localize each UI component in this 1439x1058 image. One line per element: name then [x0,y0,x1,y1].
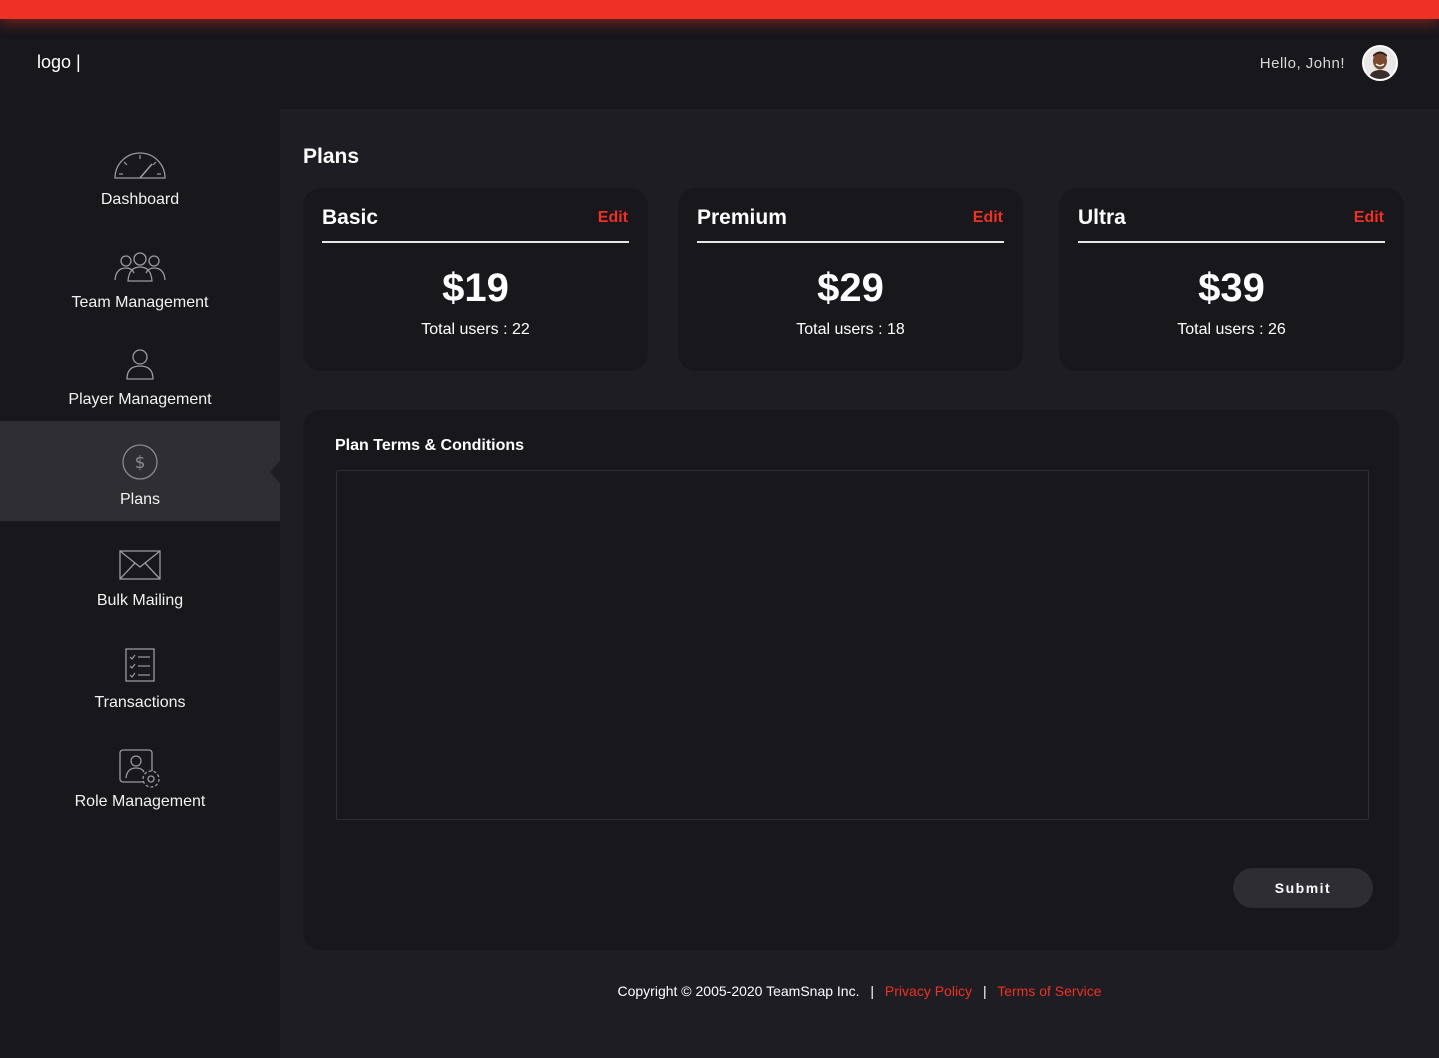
sidebar-item-plans[interactable]: $ Plans [0,421,280,521]
user-greeting: Hello, John! [1259,55,1345,72]
sidebar-item-label: Dashboard [100,191,180,208]
divider [1078,241,1385,243]
edit-plan-button[interactable]: Edit [973,209,1003,227]
sidebar-item-transactions[interactable]: Transactions [0,631,280,731]
plan-card-ultra: Ultra Edit $39 Total users : 26 [1059,188,1404,371]
svg-text:$: $ [135,453,146,473]
header: logo | Hello, John! [0,19,1439,109]
sidebar-item-label: Plans [119,491,161,508]
user-settings-icon [119,749,160,788]
sidebar-item-team-management[interactable]: Team Management [0,231,280,331]
plan-price: $29 [817,266,884,310]
plan-price: $19 [442,266,509,310]
divider [322,241,629,243]
avatar-image [1364,47,1396,79]
team-icon [114,252,166,282]
sidebar-item-label: Bulk Mailing [96,592,184,609]
plan-name: Ultra [1078,206,1126,229]
plan-users-count: Total users : 18 [796,321,905,338]
page-title: Plans [303,145,360,168]
plan-users-count: Total users : 22 [421,321,530,338]
plan-price: $39 [1198,266,1265,310]
dollar-icon: $ [122,444,158,480]
sidebar-item-bulk-mailing[interactable]: Bulk Mailing [0,531,280,631]
plan-card-premium: Premium Edit $29 Total users : 18 [678,188,1023,371]
sidebar-item-label: Team Management [71,294,209,311]
plan-users-count: Total users : 26 [1177,321,1286,338]
divider [697,241,1004,243]
plan-name: Basic [322,206,379,229]
footer-separator: | [982,983,987,999]
footer-separator: | [870,983,875,999]
sidebar-item-label: Player Management [68,391,212,408]
sidebar-item-role-management[interactable]: Role Management [0,731,280,831]
sidebar: Dashboard Team Management Player Managem… [0,109,280,1058]
top-accent-bar [0,0,1439,19]
sidebar-item-dashboard[interactable]: Dashboard [0,129,280,229]
terms-title: Plan Terms & Conditions [335,437,525,454]
plan-name: Premium [697,206,787,229]
privacy-policy-link[interactable]: Privacy Policy [885,983,972,999]
sidebar-item-player-management[interactable]: Player Management [0,329,280,429]
edit-plan-button[interactable]: Edit [1354,209,1384,227]
terms-card: Plan Terms & Conditions Submit [303,410,1399,950]
footer: Copyright © 2005-2020 TeamSnap Inc. | Pr… [280,983,1439,999]
speedometer-icon [114,152,166,179]
sidebar-item-label: Role Management [74,793,206,810]
user-avatar[interactable] [1362,45,1398,81]
envelope-icon [119,550,161,580]
submit-button[interactable]: Submit [1233,868,1373,908]
logo[interactable]: logo | [37,52,81,73]
terms-of-service-link[interactable]: Terms of Service [997,983,1101,999]
plan-card-basic: Basic Edit $19 Total users : 22 [303,188,648,371]
sidebar-item-label: Transactions [94,694,186,711]
terms-textarea[interactable] [336,470,1369,820]
checklist-icon [125,648,155,682]
user-icon [126,349,154,380]
edit-plan-button[interactable]: Edit [598,209,628,227]
copyright-text: Copyright © 2005-2020 TeamSnap Inc. [617,983,860,999]
